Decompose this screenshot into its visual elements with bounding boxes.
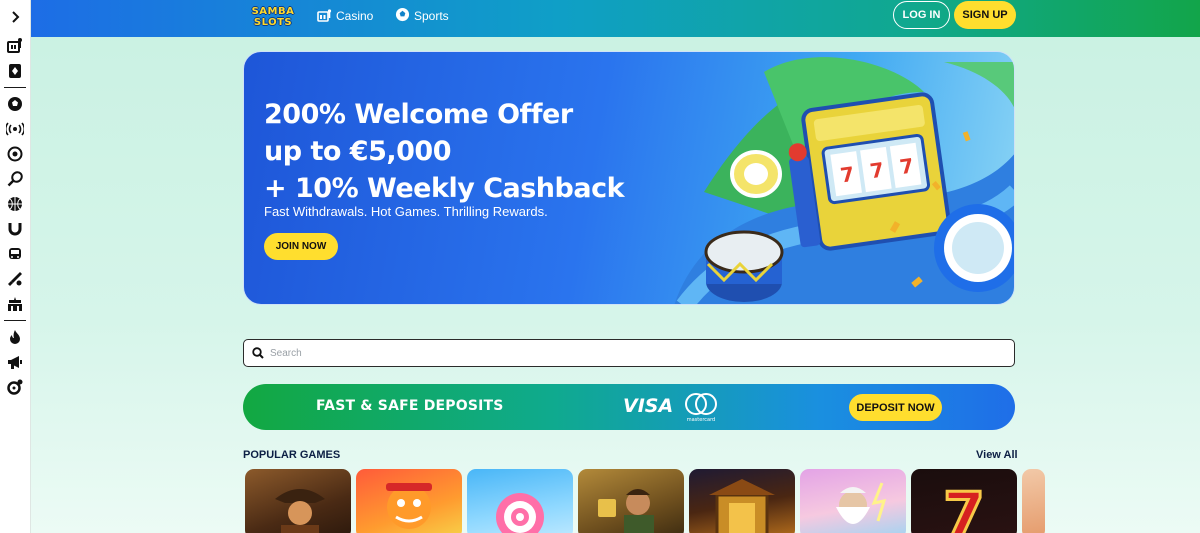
hero-title-line-1: 200% Welcome Offer <box>264 99 573 130</box>
hero-title: 200% Welcome Offer up to €5,000 + 10% We… <box>264 96 664 207</box>
game-tile-zeus[interactable] <box>800 469 906 533</box>
mastercard-logo: mastercard <box>685 393 717 423</box>
soccer-icon[interactable] <box>6 95 24 113</box>
nav-casino-label: Casino <box>336 9 374 23</box>
game-tile-adventurer[interactable] <box>578 469 684 533</box>
samba-slots-logo[interactable]: SAMBA SLOTS <box>244 3 302 30</box>
mastercard-label: mastercard <box>687 417 715 423</box>
megaphone-icon[interactable] <box>6 353 24 371</box>
game-tile-fortune-tiger[interactable] <box>356 469 462 533</box>
deposit-text: FAST & SAFE DEPOSITS <box>316 398 504 414</box>
login-button[interactable]: LOG IN <box>893 1 950 29</box>
search-input[interactable] <box>270 347 970 359</box>
poker-chip-small <box>730 150 782 198</box>
game-tile-candy[interactable] <box>467 469 573 533</box>
hero-subtitle: Fast Withdrawals. Hot Games. Thrilling R… <box>264 204 548 219</box>
cricket-icon[interactable] <box>6 270 24 288</box>
sidebar-divider <box>4 87 26 88</box>
drum <box>704 230 784 302</box>
basketball-icon[interactable] <box>6 195 24 213</box>
flame-icon[interactable] <box>6 328 24 346</box>
visa-logo: VISA <box>623 395 674 417</box>
chevron-right-icon[interactable] <box>5 9 25 25</box>
sidebar-divider-2 <box>4 320 26 321</box>
nav-sports[interactable]: Sports <box>395 7 449 25</box>
search-icon <box>252 344 264 363</box>
circle-play-icon[interactable] <box>6 145 24 163</box>
search-bar[interactable] <box>243 339 1015 367</box>
logo-line-1: SAMBA <box>251 5 295 17</box>
live-icon[interactable] <box>6 120 24 138</box>
sidebar <box>0 0 31 533</box>
nav-casino[interactable]: Casino <box>317 7 373 25</box>
card-icon[interactable] <box>6 62 24 80</box>
signup-button[interactable]: SIGN UP <box>954 1 1016 29</box>
deposit-now-button[interactable]: DEPOSIT NOW <box>849 394 942 421</box>
popular-games-title: POPULAR GAMES <box>243 449 341 461</box>
vehicle-icon[interactable] <box>6 245 24 263</box>
game-tile-cowboy[interactable] <box>245 469 351 533</box>
welcome-offer-banner[interactable]: 200% Welcome Offer up to €5,000 + 10% We… <box>243 51 1015 305</box>
join-now-button[interactable]: JOIN NOW <box>264 233 338 260</box>
horseshoe-icon[interactable] <box>6 220 24 238</box>
nav-sports-label: Sports <box>414 9 449 23</box>
game-tile-treasure[interactable] <box>689 469 795 533</box>
hero-title-line-2: up to €5,000 <box>264 136 452 167</box>
popular-games-row: 7 <box>245 469 1045 533</box>
slot-machine-illustration: 7 7 7 <box>674 57 1014 304</box>
game-tile-seven[interactable]: 7 <box>911 469 1017 533</box>
tennis-icon[interactable] <box>6 170 24 188</box>
hero-title-line-3: + 10% Weekly Cashback <box>264 173 625 204</box>
stadium-icon[interactable] <box>6 295 24 313</box>
deposit-banner: FAST & SAFE DEPOSITS VISA mastercard DEP… <box>243 384 1015 430</box>
game-tile-partial[interactable] <box>1022 469 1045 533</box>
support-icon[interactable] <box>6 378 24 396</box>
top-header: SAMBA SLOTS Casino Sports LOG IN SIGN UP <box>31 0 1200 37</box>
view-all-link[interactable]: View All <box>976 449 1018 461</box>
logo-line-2: SLOTS <box>253 16 293 28</box>
soccer-ball-icon <box>395 7 410 25</box>
casino-icon[interactable] <box>6 36 24 54</box>
svg-text:7: 7 <box>943 480 985 533</box>
slot-machine-icon <box>317 8 332 25</box>
